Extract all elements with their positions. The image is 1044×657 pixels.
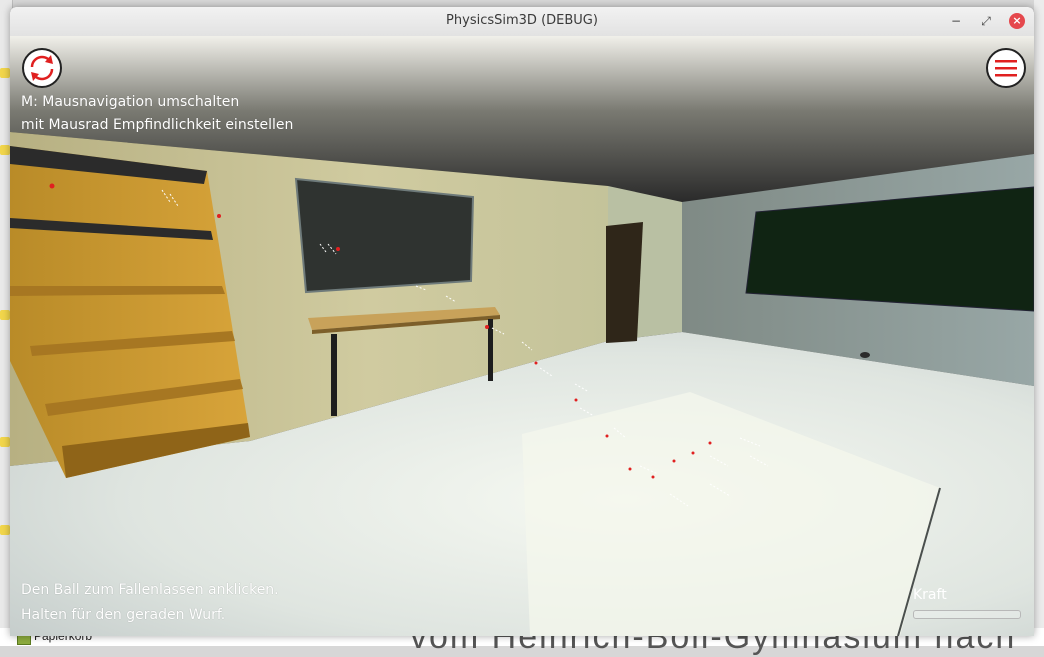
folder-lock-icon <box>0 68 10 78</box>
maximize-button[interactable]: ⤢ <box>978 13 994 29</box>
ball <box>860 352 870 358</box>
hint-mouse-sensitivity: mit Mausrad Empfindlichkeit einstellen <box>21 117 294 133</box>
folder-lock-icon <box>0 437 10 447</box>
chalkboard <box>294 177 475 294</box>
force-label: Kraft <box>913 587 947 603</box>
hamburger-menu-icon <box>995 60 1017 77</box>
title-bar[interactable]: PhysicsSim3D (DEBUG) − ⤢ × <box>10 7 1034 37</box>
app-window: PhysicsSim3D (DEBUG) − ⤢ × M: Mausnaviga… <box>10 7 1034 636</box>
table-leg <box>331 334 337 416</box>
hint-hold-throw: Halten für den geraden Wurf. <box>21 607 226 623</box>
window-title: PhysicsSim3D (DEBUG) <box>446 13 598 28</box>
refresh-icon <box>30 55 54 81</box>
folder-lock-icon <box>0 145 10 155</box>
reset-button[interactable] <box>22 48 62 88</box>
minimize-button[interactable]: − <box>948 13 964 29</box>
force-meter <box>913 610 1021 619</box>
hint-mouse-navigation: M: Mausnavigation umschalten <box>21 94 240 110</box>
door <box>606 222 643 343</box>
hint-click-ball: Den Ball zum Fallenlassen anklicken. <box>21 582 279 598</box>
menu-button[interactable] <box>986 48 1026 88</box>
3d-viewport[interactable]: M: Mausnavigation umschalten mit Mausrad… <box>10 36 1034 636</box>
desktop-right-edge <box>1034 0 1044 646</box>
folder-lock-icon <box>0 310 10 320</box>
folder-lock-icon <box>0 525 10 535</box>
close-button[interactable]: × <box>1009 13 1025 29</box>
